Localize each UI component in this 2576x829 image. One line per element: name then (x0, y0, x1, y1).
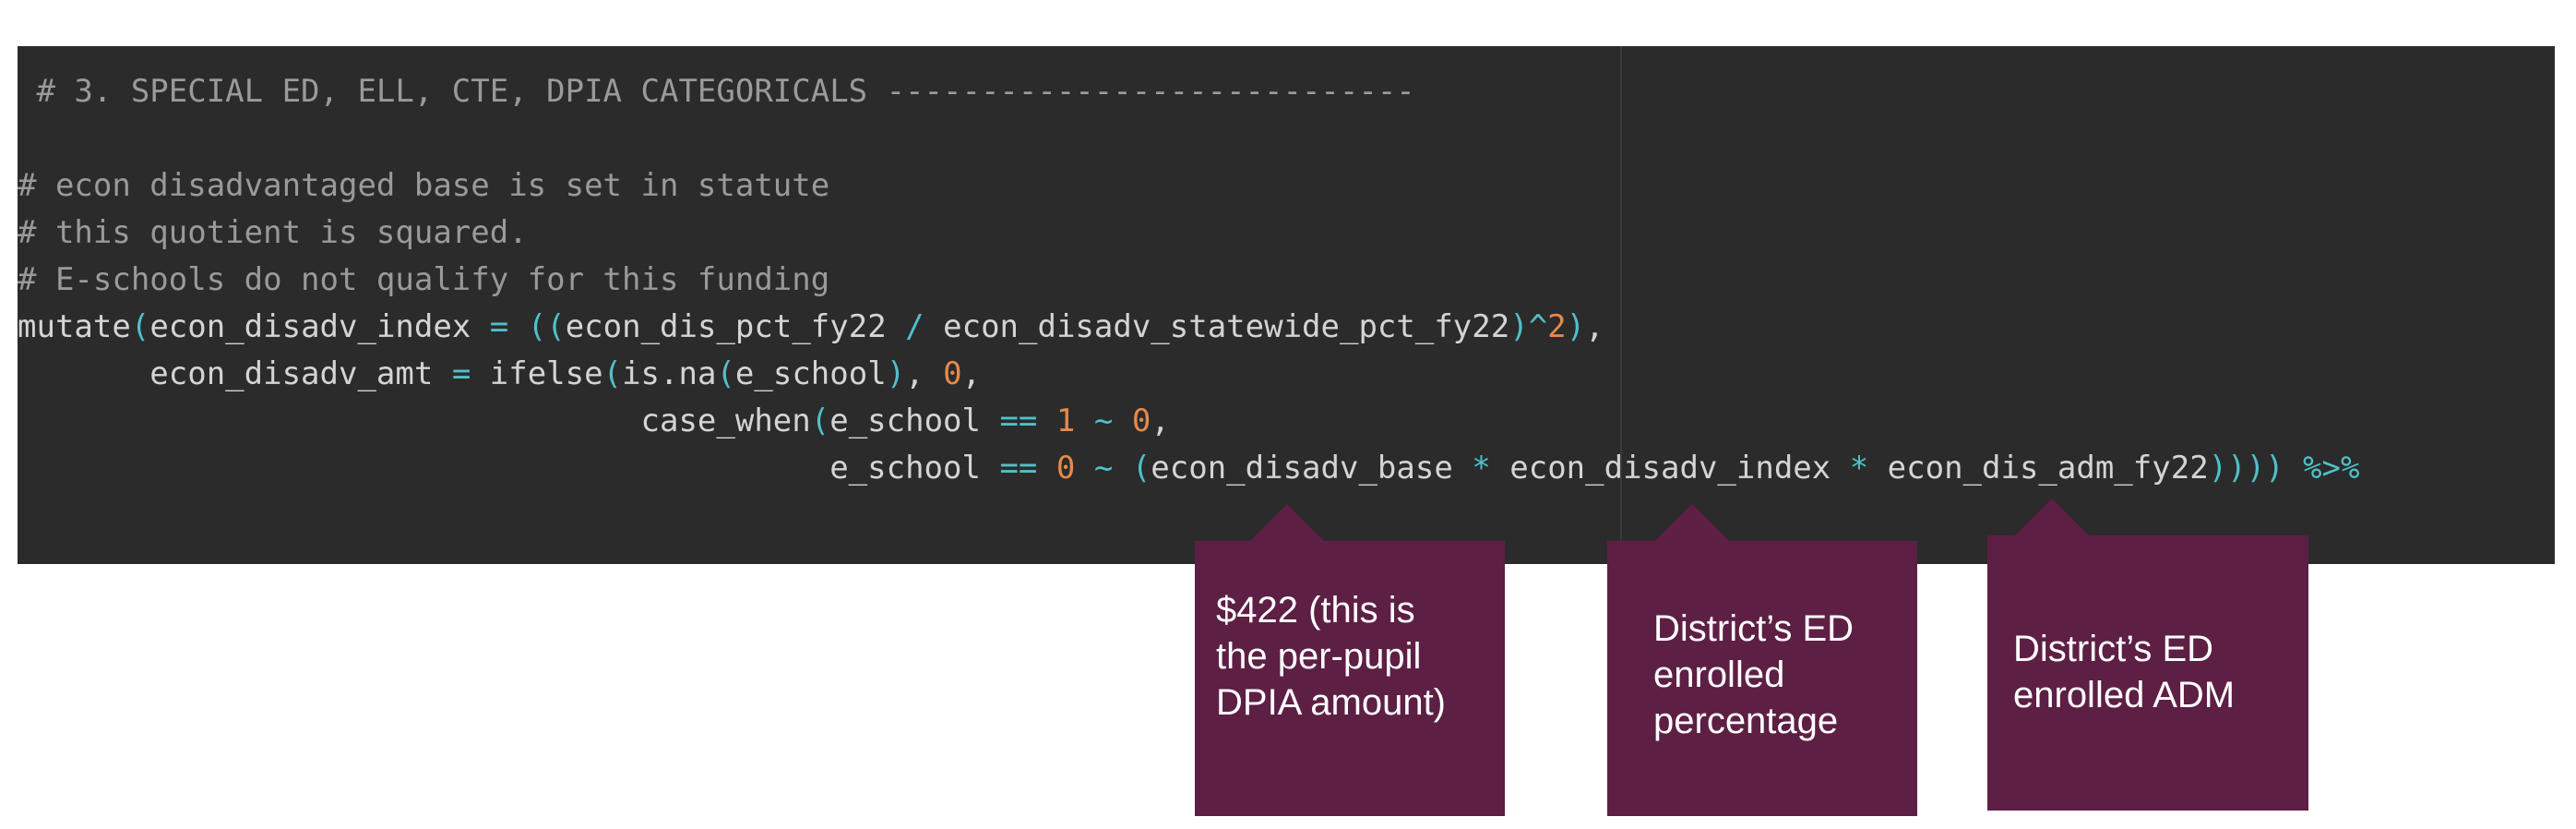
code-token: # E-schools do not qualify for this fund… (18, 261, 830, 298)
code-token: 0 (1131, 402, 1151, 439)
code-token: e_school (829, 402, 1000, 439)
code-token: econ_disadv_amt (18, 355, 452, 392)
code-token: e_school (734, 355, 887, 392)
code-token: mutate (18, 308, 131, 345)
code-token: ( (810, 402, 830, 439)
code-token: econ_dis_adm_fy22 (1868, 450, 2209, 487)
code-token: 1 (1055, 402, 1076, 439)
code-token: is.na (622, 355, 717, 392)
code-token: econ_disadv_base (1151, 450, 1473, 487)
code-token: ( (130, 308, 150, 345)
code-line-case-when: case_when(e_school == 1 ~ 0, (18, 402, 1170, 439)
code-token: ( (716, 355, 735, 392)
code-token: econ_disadv_statewide_pct_fy22 (924, 308, 1510, 345)
code-line-comment-base: # econ disadvantaged base is set in stat… (18, 167, 829, 204)
callout-arrow (2015, 499, 2089, 535)
code-line-comment-eschools: # E-schools do not qualify for this fund… (18, 261, 829, 298)
code-token: # econ disadvantaged base is set in stat… (18, 167, 830, 204)
code-editor[interactable]: # 3. SPECIAL ED, ELL, CTE, DPIA CATEGORI… (18, 46, 2555, 564)
code-token: ) (886, 355, 906, 392)
code-token: econ_disadv_index (149, 308, 490, 345)
code-line-ifelse: econ_disadv_amt = ifelse(is.na(e_school)… (18, 355, 981, 392)
callout-arrow (1250, 504, 1324, 541)
code-token: 0 (943, 355, 962, 392)
callout-disadv-adm: District’s ED enrolled ADM (1987, 499, 2308, 811)
callout-disadv-base: $422 (this is the per-pupil DPIA amount) (1195, 504, 1505, 816)
code-token: , (905, 355, 944, 392)
code-token: * (1849, 450, 1869, 487)
code-line-comment-header: # 3. SPECIAL ED, ELL, CTE, DPIA CATEGORI… (18, 73, 1415, 110)
code-token: 2 (1547, 308, 1567, 345)
code-token: case_when (18, 402, 811, 439)
code-token: ( (602, 355, 623, 392)
code-token: )^ (1509, 308, 1548, 345)
code-token: , (1585, 308, 1604, 345)
code-line-comment-squared: # this quotient is squared. (18, 214, 528, 251)
code-token: 0 (1055, 450, 1076, 487)
code-token: e_school (18, 450, 1000, 487)
code-token: ( (1131, 450, 1151, 487)
callout-disadv-base-text: $422 (this is the per-pupil DPIA amount) (1216, 590, 1447, 723)
code-token: )))) %>% (2208, 450, 2360, 487)
code-line-formula: e_school == 0 ~ (econ_disadv_base * econ… (18, 450, 2359, 487)
code-token: ) (1566, 308, 1586, 345)
code-token: , (1151, 402, 1170, 439)
code-token: * (1472, 450, 1491, 487)
code-token: ~ (1093, 402, 1114, 439)
code-token: == (999, 402, 1038, 439)
code-token: # 3. SPECIAL ED, ELL, CTE, DPIA CATEGORI… (18, 73, 1415, 110)
code-token: # this quotient is squared. (18, 214, 528, 251)
code-token: ifelse (471, 355, 603, 392)
code-token: = (489, 308, 509, 345)
callout-disadv-adm-text: District’s ED enrolled ADM (2013, 629, 2236, 715)
callout-disadv-index: District’s ED enrolled percentage (1607, 504, 1917, 816)
code-token: = (451, 355, 471, 392)
callout-disadv-index-text: District’s ED enrolled percentage (1653, 608, 1854, 741)
code-token: / (905, 308, 924, 345)
code-token: ~ (1093, 450, 1114, 487)
code-token: econ_dis_pct_fy22 (565, 308, 906, 345)
code-token: , (961, 355, 982, 392)
code-token: econ_disadv_index (1490, 450, 1850, 487)
code-line-mutate: mutate(econ_disadv_index = ((econ_dis_pc… (18, 308, 1604, 345)
callout-arrow (1655, 504, 1729, 541)
code-token: (( (527, 308, 566, 345)
code-token: == (999, 450, 1038, 487)
